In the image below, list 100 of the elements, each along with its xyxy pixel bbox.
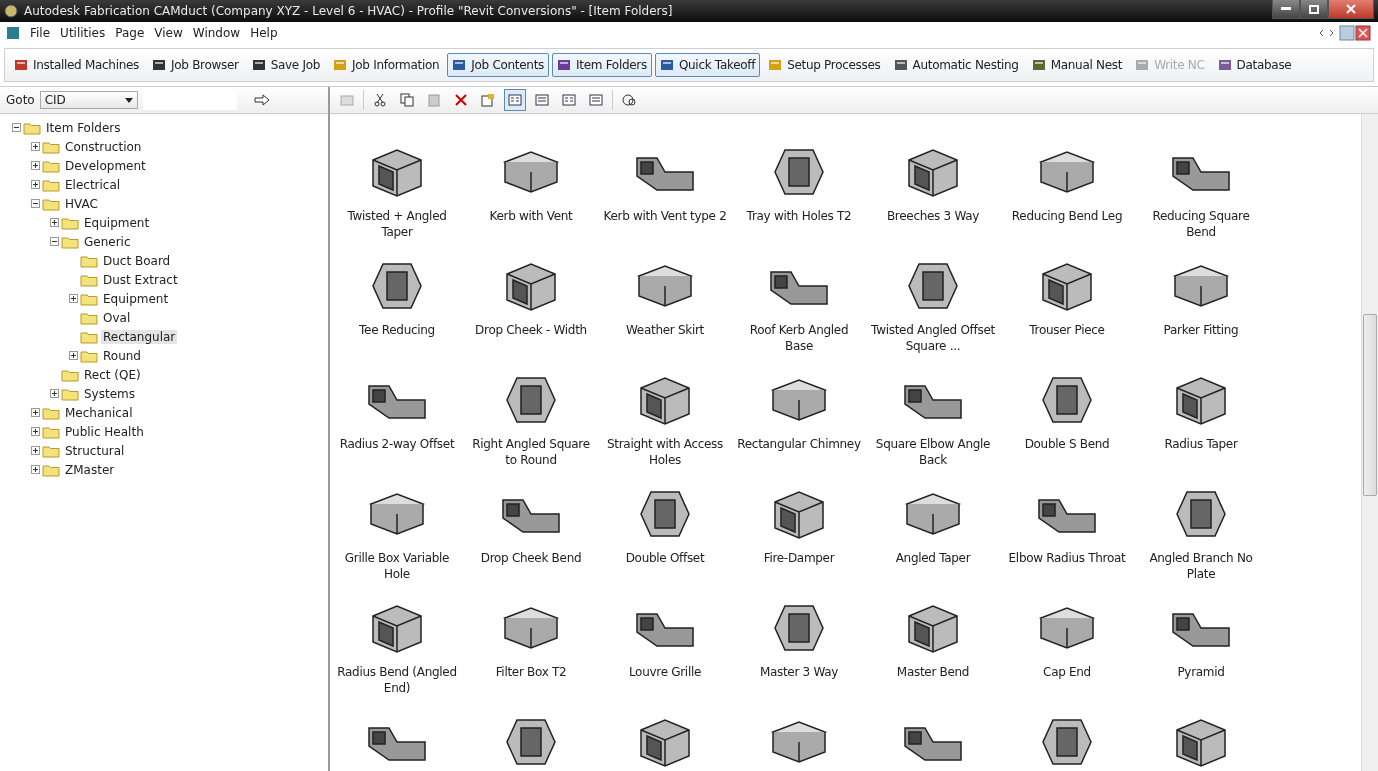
mdi-controls-icon[interactable] bbox=[1318, 25, 1372, 41]
tree-item[interactable]: Structural bbox=[63, 443, 127, 458]
close-button[interactable] bbox=[1328, 0, 1374, 19]
tree-item[interactable]: Systems bbox=[82, 386, 137, 401]
tree-item[interactable]: Development bbox=[63, 158, 148, 173]
tree-item[interactable]: Item Folders bbox=[44, 120, 123, 135]
item-label: Angled Taper bbox=[894, 550, 972, 566]
scroll-thumb[interactable] bbox=[1363, 314, 1377, 496]
expand-toggle[interactable] bbox=[31, 408, 40, 417]
toolbar-button[interactable]: Job Browser bbox=[147, 53, 244, 77]
folder-icon bbox=[42, 196, 60, 211]
tree-item[interactable]: Construction bbox=[63, 139, 144, 154]
folder-icon bbox=[80, 348, 98, 363]
item-label: Double Offset bbox=[624, 550, 706, 566]
toolbar-icon bbox=[557, 58, 572, 72]
arrow-right-icon[interactable] bbox=[253, 94, 270, 106]
minimize-button[interactable] bbox=[1272, 0, 1300, 19]
toolbar-button[interactable]: Item Folders bbox=[552, 53, 652, 77]
item-label: Louvre Grille bbox=[627, 664, 703, 680]
tree-item[interactable]: Rectangular bbox=[101, 329, 178, 344]
toolbar-button[interactable]: Automatic Nesting bbox=[888, 53, 1024, 77]
item-label: Radius Bend (Angled End) bbox=[336, 664, 458, 696]
view-mode-button[interactable] bbox=[504, 89, 526, 111]
scrollbar[interactable] bbox=[1361, 114, 1378, 771]
expand-toggle[interactable] bbox=[31, 180, 40, 189]
expand-toggle[interactable] bbox=[69, 294, 78, 303]
menu-item[interactable]: File bbox=[30, 26, 51, 40]
toolbar-button[interactable]: Setup Processes bbox=[763, 53, 886, 77]
tree-item[interactable]: Round bbox=[101, 348, 143, 363]
menu-item[interactable]: Window bbox=[192, 26, 241, 40]
tree-item[interactable]: ZMaster bbox=[63, 462, 117, 477]
plus-icon bbox=[32, 466, 39, 473]
toolbar-button[interactable]: Job Information bbox=[328, 53, 445, 77]
maximize-icon bbox=[1309, 4, 1319, 14]
toolbar-icon bbox=[659, 58, 674, 72]
folder-icon bbox=[80, 291, 98, 306]
plus-icon bbox=[32, 162, 39, 169]
tree-item[interactable]: Public Health bbox=[63, 424, 146, 439]
toolbar-button[interactable]: Save Job bbox=[246, 53, 326, 77]
item-label: Weather Skirt bbox=[625, 322, 705, 338]
toolbar-button[interactable]: Manual Nest bbox=[1026, 53, 1128, 77]
menu-item[interactable]: View bbox=[154, 26, 183, 40]
tree-item[interactable]: Rect (QE) bbox=[82, 367, 143, 382]
item-label: Master Bend bbox=[895, 664, 971, 680]
collapse-toggle[interactable] bbox=[31, 199, 40, 208]
item-label: Drop Cheek Bend bbox=[479, 550, 583, 566]
toolbar-icon bbox=[152, 58, 167, 72]
expand-toggle[interactable] bbox=[31, 142, 40, 151]
view-mode-icon bbox=[535, 94, 549, 106]
tree-item[interactable]: Duct Board bbox=[101, 253, 173, 268]
maximize-button[interactable] bbox=[1300, 0, 1328, 19]
item-label: Square Elbow Angle Back bbox=[874, 436, 992, 468]
plus-icon bbox=[32, 447, 39, 454]
item-label: Pyramid bbox=[1176, 664, 1226, 680]
toolbar-icon bbox=[768, 58, 783, 72]
toolbar-icon bbox=[333, 58, 348, 72]
goto-dropdown[interactable]: CID bbox=[39, 91, 138, 109]
item-label: Grille Box Variable Hole bbox=[343, 550, 451, 582]
collapse-toggle[interactable] bbox=[50, 237, 59, 246]
collapse-toggle[interactable] bbox=[12, 123, 21, 132]
item-label: Tee Reducing bbox=[358, 322, 436, 338]
expand-toggle[interactable] bbox=[31, 465, 40, 474]
expand-toggle[interactable] bbox=[50, 218, 59, 227]
folder-icon bbox=[61, 386, 79, 401]
item-label: Breeches 3 Way bbox=[885, 208, 981, 224]
tree-item[interactable]: Equipment bbox=[82, 215, 152, 230]
tree-item[interactable]: Equipment bbox=[101, 291, 171, 306]
window-title: Autodesk Fabrication CAMduct (Company XYZ - Level 6 - HVAC) - Profile "Revit Conversions" - [Item Folders] bbox=[24, 4, 674, 18]
item-label: Double S Bend bbox=[1023, 436, 1111, 452]
expand-toggle[interactable] bbox=[69, 351, 78, 360]
item-label: Filter Box T2 bbox=[494, 664, 568, 680]
minus-icon bbox=[51, 238, 58, 245]
toolbar-button[interactable]: Job Contents bbox=[447, 53, 550, 77]
item-label: Right Angled Square to Round bbox=[471, 436, 591, 468]
menu-item[interactable]: Help bbox=[250, 26, 278, 40]
expand-toggle[interactable] bbox=[31, 427, 40, 436]
toolbar-button[interactable]: Quick Takeoff bbox=[654, 53, 761, 77]
plus-icon bbox=[32, 181, 39, 188]
menu-item[interactable]: Utilities bbox=[60, 26, 106, 40]
tree-item[interactable]: Oval bbox=[101, 310, 133, 325]
folder-icon bbox=[61, 234, 79, 249]
expand-toggle[interactable] bbox=[31, 161, 40, 170]
toolbar-button[interactable]: Installed Machines bbox=[9, 53, 145, 77]
tree-item[interactable]: Dust Extract bbox=[101, 272, 180, 287]
tree-item[interactable]: Electrical bbox=[63, 177, 123, 192]
minus-icon bbox=[13, 124, 20, 131]
menu-item[interactable]: Page bbox=[115, 26, 145, 40]
expand-toggle[interactable] bbox=[50, 389, 59, 398]
item-label: Elbow Radius Throat bbox=[1007, 550, 1127, 566]
tree-item[interactable]: HVAC bbox=[63, 196, 100, 211]
folder-icon bbox=[42, 462, 60, 477]
item-label: Reducing Bend Leg bbox=[1010, 208, 1124, 224]
view-mode-icon bbox=[508, 94, 522, 106]
folder-icon bbox=[42, 177, 60, 192]
tree-item[interactable]: Generic bbox=[82, 234, 133, 249]
toolbar-button[interactable]: Database bbox=[1212, 53, 1297, 77]
item-label: Fire-Damper bbox=[762, 550, 836, 566]
expand-toggle[interactable] bbox=[31, 446, 40, 455]
item-label: Roof Kerb Angled Base bbox=[748, 322, 850, 354]
tree-item[interactable]: Mechanical bbox=[63, 405, 135, 420]
